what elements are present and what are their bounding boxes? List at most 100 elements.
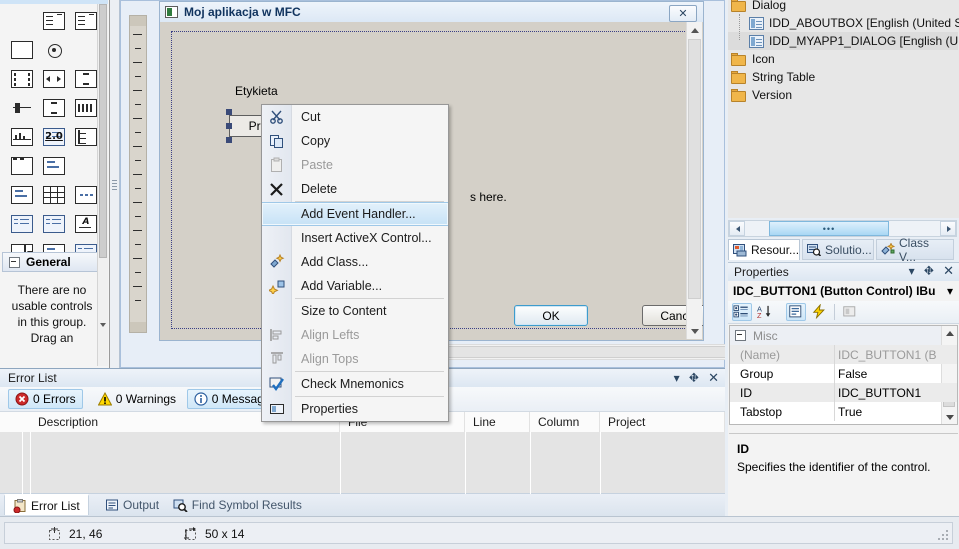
- context-menu-item-add-event-handler[interactable]: Add Event Handler...: [262, 202, 448, 226]
- property-row-group[interactable]: Group False: [730, 364, 957, 383]
- error-column-line[interactable]: Line: [465, 412, 530, 432]
- designer-vscroll-thumb[interactable]: [688, 39, 701, 299]
- close-icon[interactable]: ✕: [943, 263, 954, 279]
- tab-label: Output: [123, 497, 160, 512]
- resource-node-version[interactable]: Version: [728, 86, 792, 104]
- resource-node-icon[interactable]: Icon: [728, 50, 775, 68]
- context-menu-item-size-to-content[interactable]: Size to Content: [262, 299, 448, 323]
- property-row-id[interactable]: ID IDC_BUTTON1: [730, 383, 957, 402]
- selection-handle[interactable]: [226, 109, 232, 115]
- properties-window-actions[interactable]: ▾ ⛖ ✕: [909, 263, 954, 279]
- property-value[interactable]: False: [838, 367, 867, 381]
- scroll-up-icon[interactable]: [942, 326, 956, 340]
- ruler-tick: [133, 174, 142, 175]
- property-value[interactable]: True: [838, 405, 862, 419]
- bottom-dock-tabs[interactable]: Error List Output Find Symbol Results: [0, 493, 725, 516]
- resource-view-hscrollbar[interactable]: •••: [728, 220, 957, 237]
- resource-node-idd_myapp1_dialog[interactable]: IDD_MYAPP1_DIALOG [English (U: [728, 32, 959, 50]
- context-menu-item-add-class[interactable]: Add Class...: [262, 250, 448, 274]
- scroll-down-icon[interactable]: [99, 320, 107, 330]
- bottom-tab-output[interactable]: Output: [97, 494, 167, 515]
- properties-object-selector[interactable]: IDC_BUTTON1 (Button Control) IBu ▾: [728, 281, 959, 301]
- properties-grid[interactable]: Misc (Name) IDC_BUTTON1 (B Group False ID IDC…: [729, 325, 958, 425]
- context-menu-item-check-mnemonics[interactable]: Check Mnemonics: [262, 372, 448, 396]
- toolbox-scroll-thumb[interactable]: [99, 4, 107, 258]
- resource-view-tabs[interactable]: Resour... Solutio... Class V...: [728, 236, 959, 264]
- designer-vertical-scrollbar[interactable]: [686, 22, 702, 339]
- dialog-close-button[interactable]: ✕: [669, 5, 697, 22]
- resource-node-dialog[interactable]: Dialog: [728, 0, 786, 14]
- tab-label: Solutio...: [825, 242, 872, 257]
- toolbox-group-general[interactable]: General: [2, 252, 106, 272]
- property-row-tabstop[interactable]: Tabstop True: [730, 402, 957, 421]
- right-tab-solutio[interactable]: Solutio...: [802, 239, 874, 260]
- copy-icon: [270, 135, 283, 148]
- static-text-here[interactable]: s here.: [470, 190, 507, 204]
- right-tab-resour[interactable]: Resour...: [728, 239, 800, 260]
- folder-icon: [731, 70, 747, 84]
- ruler-tick: [135, 244, 141, 245]
- status-size: 50 x 14: [183, 525, 244, 543]
- table-row[interactable]: [0, 453, 725, 475]
- dropdown-icon[interactable]: ▾: [909, 264, 915, 278]
- resource-node-string[interactable]: String Table: [728, 68, 815, 86]
- error-list-title: Error List: [8, 371, 57, 385]
- property-value[interactable]: IDC_BUTTON1 (B: [838, 348, 936, 362]
- error-column-column[interactable]: Column: [530, 412, 600, 432]
- toolbox-scrollbar[interactable]: [97, 4, 108, 366]
- context-menu[interactable]: Cut Copy Paste Delete Add Event Handler... In…: [261, 104, 449, 422]
- property-value[interactable]: IDC_BUTTON1: [838, 386, 921, 400]
- properties-category-misc[interactable]: Misc: [730, 326, 957, 345]
- properties-property-pages-icon[interactable]: [840, 303, 860, 321]
- chevron-down-icon[interactable]: ▾: [947, 284, 953, 298]
- pin-icon[interactable]: ⛖: [924, 263, 934, 279]
- toolbox-panel[interactable]: ab|Aa2.0A General There are no usable co…: [0, 0, 110, 368]
- label-etykieta[interactable]: Etykieta: [235, 84, 278, 98]
- context-menu-item-copy[interactable]: Copy: [262, 129, 448, 153]
- dialog-resource-icon: [749, 16, 764, 30]
- context-menu-item-insert-activex-control[interactable]: Insert ActiveX Control...: [262, 226, 448, 250]
- context-menu-item-properties[interactable]: Properties: [262, 397, 448, 421]
- scroll-down-icon[interactable]: [687, 324, 702, 339]
- close-icon[interactable]: ✕: [708, 370, 719, 386]
- collapse-icon[interactable]: [9, 256, 20, 268]
- resource-node-idd_aboutbox[interactable]: IDD_ABOUTBOX [English (United S: [728, 14, 959, 32]
- right-tab-classv[interactable]: Class V...: [876, 236, 954, 264]
- scroll-up-icon[interactable]: [687, 22, 702, 37]
- bottom-tab-error-list[interactable]: Error List: [4, 494, 89, 515]
- error-column-project[interactable]: Project: [600, 412, 725, 432]
- pin-icon[interactable]: ⛖: [689, 370, 699, 386]
- scroll-left-icon[interactable]: [729, 221, 745, 236]
- scroll-right-icon[interactable]: [940, 221, 956, 236]
- properties-panel[interactable]: Properties ▾ ⛖ ✕ IDC_BUTTON1 (Button Con…: [728, 262, 959, 516]
- dialog-ok-button[interactable]: OK: [514, 305, 588, 326]
- resource-view-tree[interactable]: Dialog IDD_ABOUTBOX [English (United S IDD…: [728, 0, 959, 218]
- bottom-tab-find-symbol-results[interactable]: Find Symbol Results: [165, 494, 310, 515]
- node-label: Dialog: [752, 0, 787, 12]
- toolbox-icon-grid[interactable]: ab|Aa2.0A: [6, 6, 102, 267]
- context-menu-item-delete[interactable]: Delete: [262, 177, 448, 201]
- properties-alphabetical-icon[interactable]: AZ: [756, 303, 776, 321]
- ruler-tick: [135, 300, 141, 301]
- error-filter-0-warnings[interactable]: 0 Warnings: [91, 389, 183, 409]
- add-class-icon: [270, 254, 285, 268]
- error-list-grid[interactable]: Description File Line Column Project: [0, 412, 725, 517]
- toolbox-splitter[interactable]: [110, 0, 120, 368]
- properties-categorized-icon[interactable]: [732, 303, 752, 321]
- property-row-name[interactable]: (Name) IDC_BUTTON1 (B: [730, 345, 957, 364]
- properties-properties-page-icon[interactable]: [786, 303, 806, 321]
- context-menu-item-add-variable[interactable]: Add Variable...: [262, 274, 448, 298]
- properties-toolbar[interactable]: AZ: [728, 301, 959, 324]
- selection-handle[interactable]: [226, 137, 232, 143]
- dropdown-icon[interactable]: ▾: [674, 371, 680, 385]
- table-row[interactable]: [0, 432, 725, 454]
- properties-events-icon[interactable]: [810, 303, 830, 321]
- collapse-icon[interactable]: [735, 330, 746, 341]
- resize-grip-icon[interactable]: [936, 528, 948, 540]
- context-menu-item-cut[interactable]: Cut: [262, 105, 448, 129]
- error-filter-0-errors[interactable]: 0 Errors: [8, 389, 83, 409]
- error-list-window-actions[interactable]: ▾ ⛖ ✕: [674, 370, 719, 386]
- selection-handle[interactable]: [226, 123, 232, 129]
- resource-hscroll-thumb[interactable]: •••: [769, 221, 889, 236]
- dialog-resource-icon: [749, 34, 764, 48]
